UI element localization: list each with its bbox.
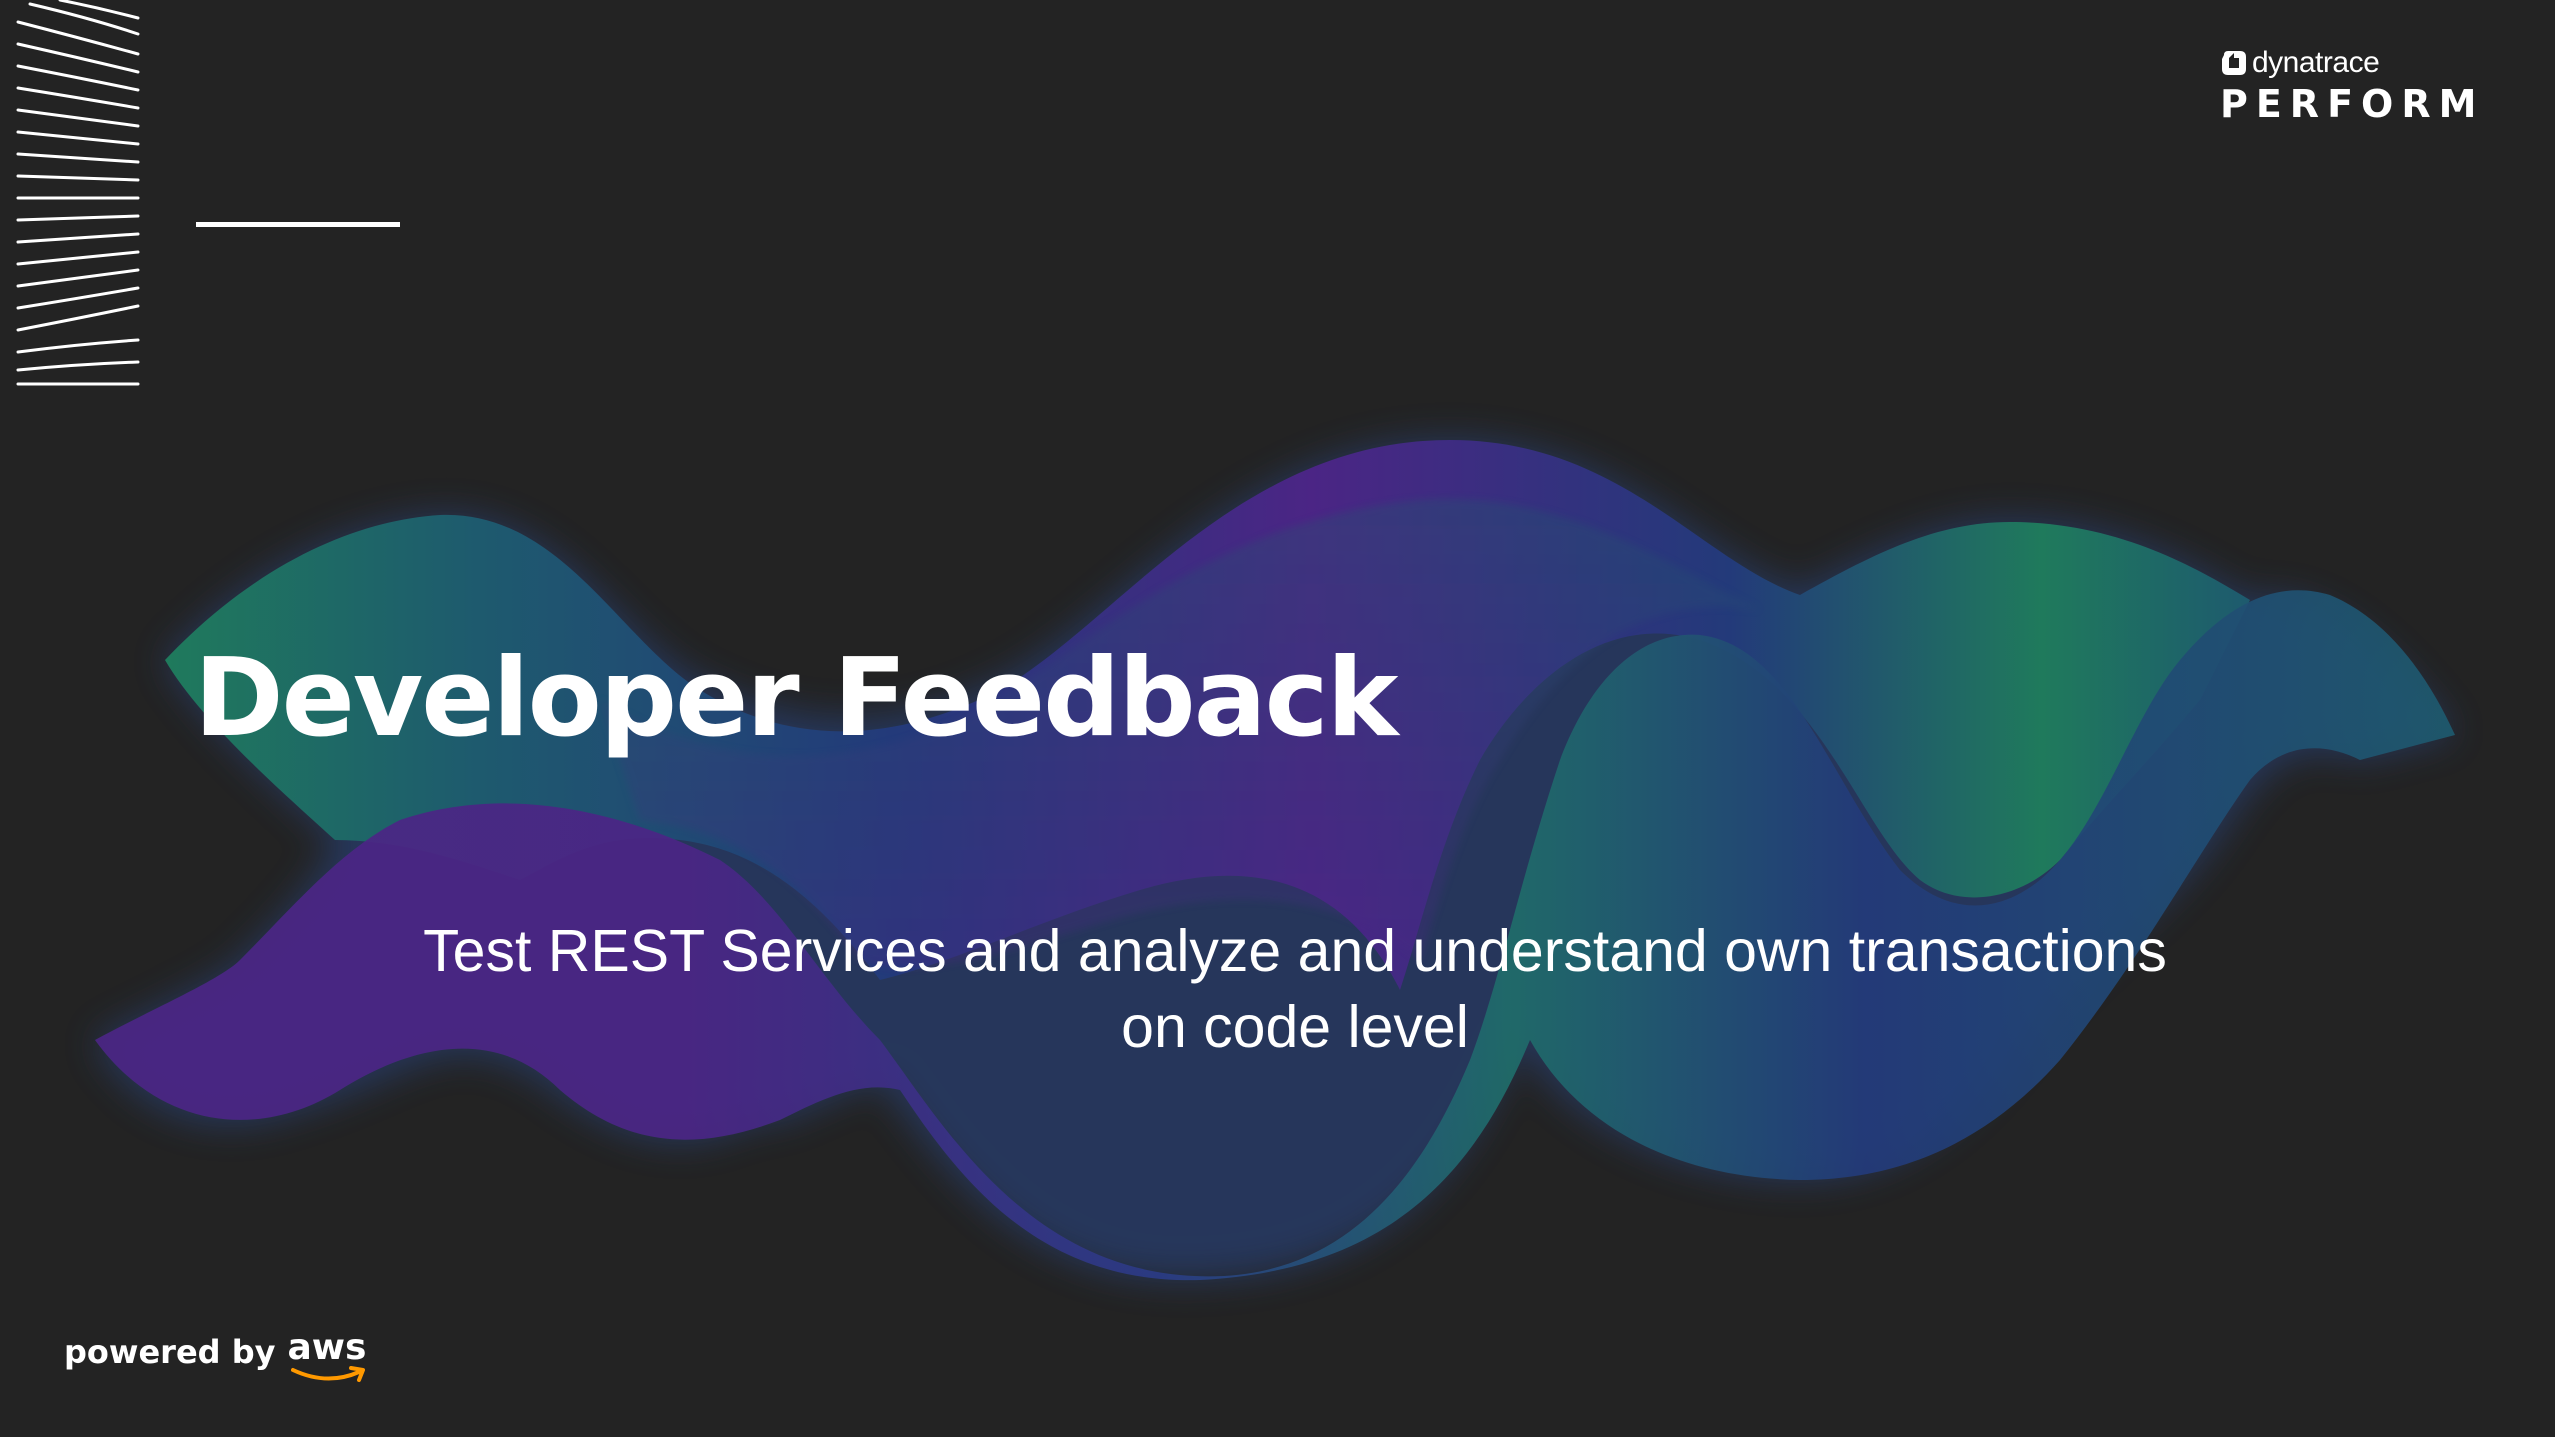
subtitle-line-1: Test REST Services and analyze and under… xyxy=(423,918,2167,984)
aws-smile-icon xyxy=(291,1366,366,1382)
dynatrace-logo-icon xyxy=(2222,51,2246,75)
aws-logo: aws xyxy=(287,1322,367,1386)
slide-title: Developer Feedback xyxy=(194,636,1398,761)
logo-top-row: dynatrace xyxy=(2220,46,2480,80)
slide: dynatrace PERFORM Developer Feedback Tes… xyxy=(0,0,2555,1437)
event-name: PERFORM xyxy=(2220,82,2485,126)
slide-subtitle: Test REST Services and analyze and under… xyxy=(400,913,2190,1065)
subtitle-line-2: on code level xyxy=(1121,994,1469,1060)
aws-wordmark: aws xyxy=(287,1327,367,1368)
company-name: dynatrace xyxy=(2252,46,2380,79)
diagonal-lines-pattern xyxy=(16,0,140,386)
accent-divider xyxy=(196,222,400,227)
powered-by-badge: powered by aws xyxy=(64,1322,367,1386)
powered-by-label: powered by xyxy=(64,1333,276,1371)
dynatrace-perform-logo: dynatrace PERFORM xyxy=(2220,46,2480,126)
